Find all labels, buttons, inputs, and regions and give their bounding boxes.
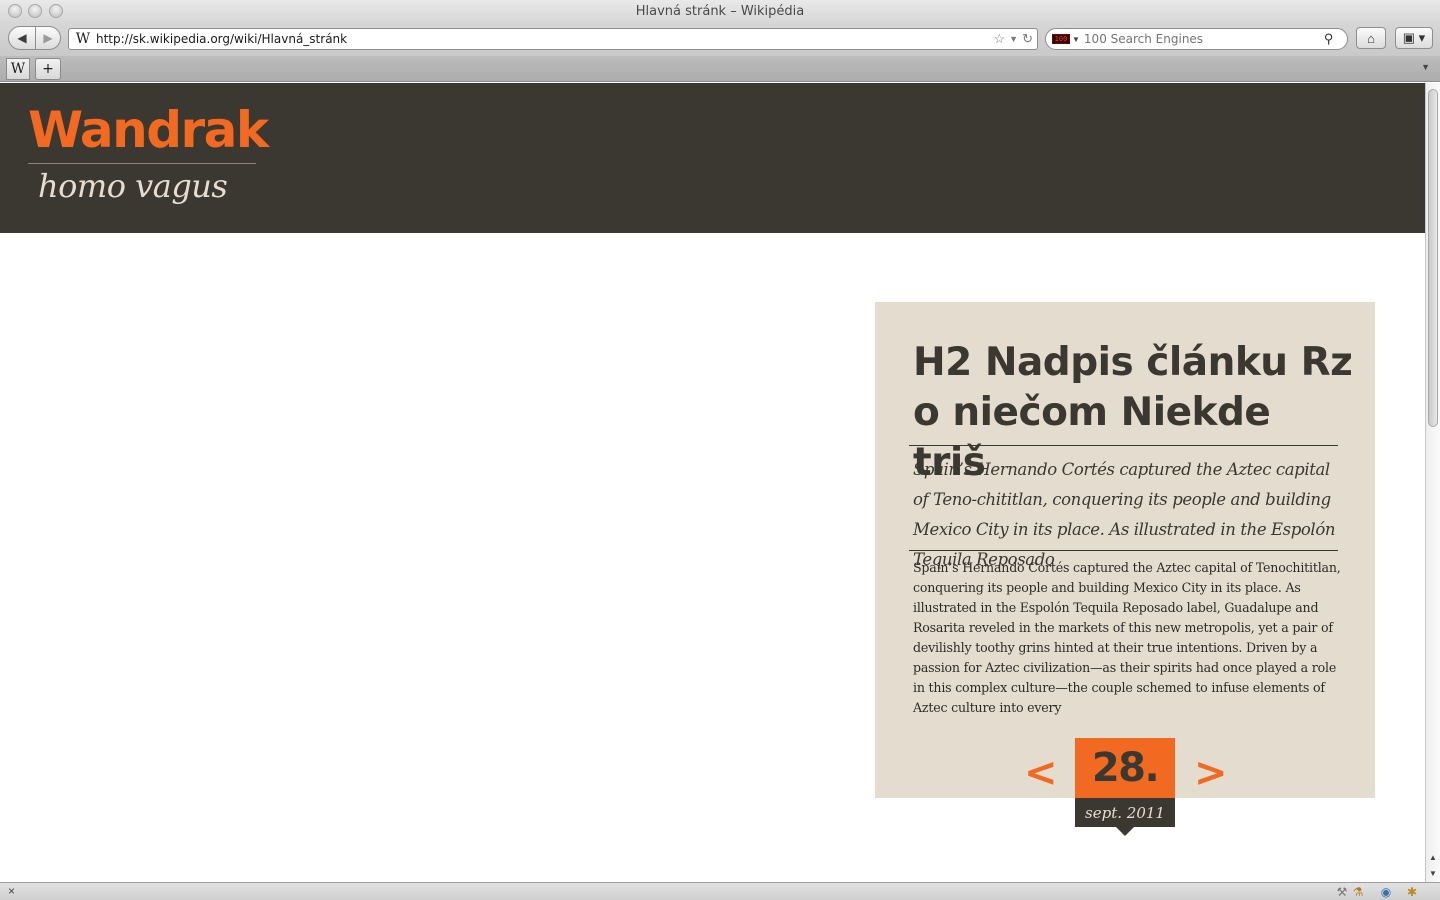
bookmarks-menu-button[interactable]: ▣ ▾ [1395,27,1433,49]
back-arrow-icon: ◀ [17,31,27,45]
browser-toolbar: ◀ ▶ W ☆ ▼ ↻ 100 ▼ ⚲ ⌂ ▣ ▾ [0,24,1440,56]
back-button[interactable]: ◀ [8,26,36,50]
article-lead: Spain’s Hernando Cortés captured the Azt… [913,460,1336,569]
article-card: H2 Nadpis článku Rz o niečom Niekde triš… [875,302,1375,798]
close-statusbar-icon[interactable]: × [8,884,15,898]
date-day: 28. [1075,738,1175,798]
site-favicon-icon: W [75,31,91,47]
search-icon[interactable]: ⚲ [1324,31,1334,47]
status-bar: × ⚒ ⚗ ◉ ✱ [0,882,1440,900]
article-body: Spain’s Hernando Cortés captured the Azt… [913,560,1341,715]
next-date-button[interactable]: > [1194,748,1228,798]
lead-divider [909,550,1338,551]
vertical-scrollbar[interactable]: ▲ ▼ [1425,83,1440,882]
history-dropdown-icon[interactable]: ▼ [1009,31,1018,47]
page-viewport: Wandrak homo vagus H2 Nadpis článku Rz o… [0,83,1425,882]
close-window-button[interactable] [8,4,22,18]
addon-tools-icon[interactable]: ⚒ [1334,884,1350,899]
date-pointer-icon [1116,827,1134,836]
new-tab-button[interactable]: + [35,58,61,80]
addon-bug-icon[interactable]: ✱ [1404,884,1420,899]
scroll-up-icon[interactable]: ▲ [1426,850,1440,864]
search-input[interactable] [1083,32,1324,46]
addon-globe-icon[interactable]: ◉ [1378,884,1394,899]
logo-divider [28,163,256,164]
site-header: Wandrak homo vagus [0,83,1425,233]
minimize-window-button[interactable] [28,4,42,18]
search-engine-icon[interactable]: 100 [1052,34,1070,44]
site-tagline: homo vagus [38,167,228,205]
home-icon: ⌂ [1367,30,1375,46]
url-input[interactable] [96,32,976,46]
reload-icon[interactable]: ↻ [1022,31,1033,47]
window-titlebar: Hlavná stránk – Wikipédia [0,0,1440,24]
home-button[interactable]: ⌂ [1356,27,1386,49]
date-navigation: < 28. sept. 2011 > [1020,738,1230,836]
search-bar[interactable]: 100 ▼ ⚲ [1045,28,1348,50]
forward-arrow-icon: ▶ [43,31,53,45]
previous-date-button[interactable]: < [1024,748,1058,798]
scroll-down-icon[interactable]: ▼ [1426,866,1440,880]
forward-button[interactable]: ▶ [35,26,61,50]
title-divider [909,445,1338,446]
zoom-window-button[interactable] [49,4,63,18]
site-logo[interactable]: Wandrak [28,101,269,159]
tab-wikipedia[interactable]: W [6,58,30,80]
date-month-year: sept. 2011 [1075,798,1175,827]
tab-bar: W + ▼ [0,56,1440,82]
addon-flask-icon[interactable]: ⚗ [1350,884,1366,899]
engine-dropdown-icon[interactable]: ▼ [1072,35,1080,44]
address-bar[interactable]: W ☆ ▼ ↻ [68,28,1038,50]
window-title: Hlavná stránk – Wikipédia [635,4,805,19]
bookmark-star-icon[interactable]: ☆ [994,31,1006,47]
scrollbar-thumb[interactable] [1428,89,1438,427]
tab-list-dropdown-icon[interactable]: ▼ [1421,62,1430,72]
bookmarks-icon: ▣ ▾ [1402,30,1426,45]
